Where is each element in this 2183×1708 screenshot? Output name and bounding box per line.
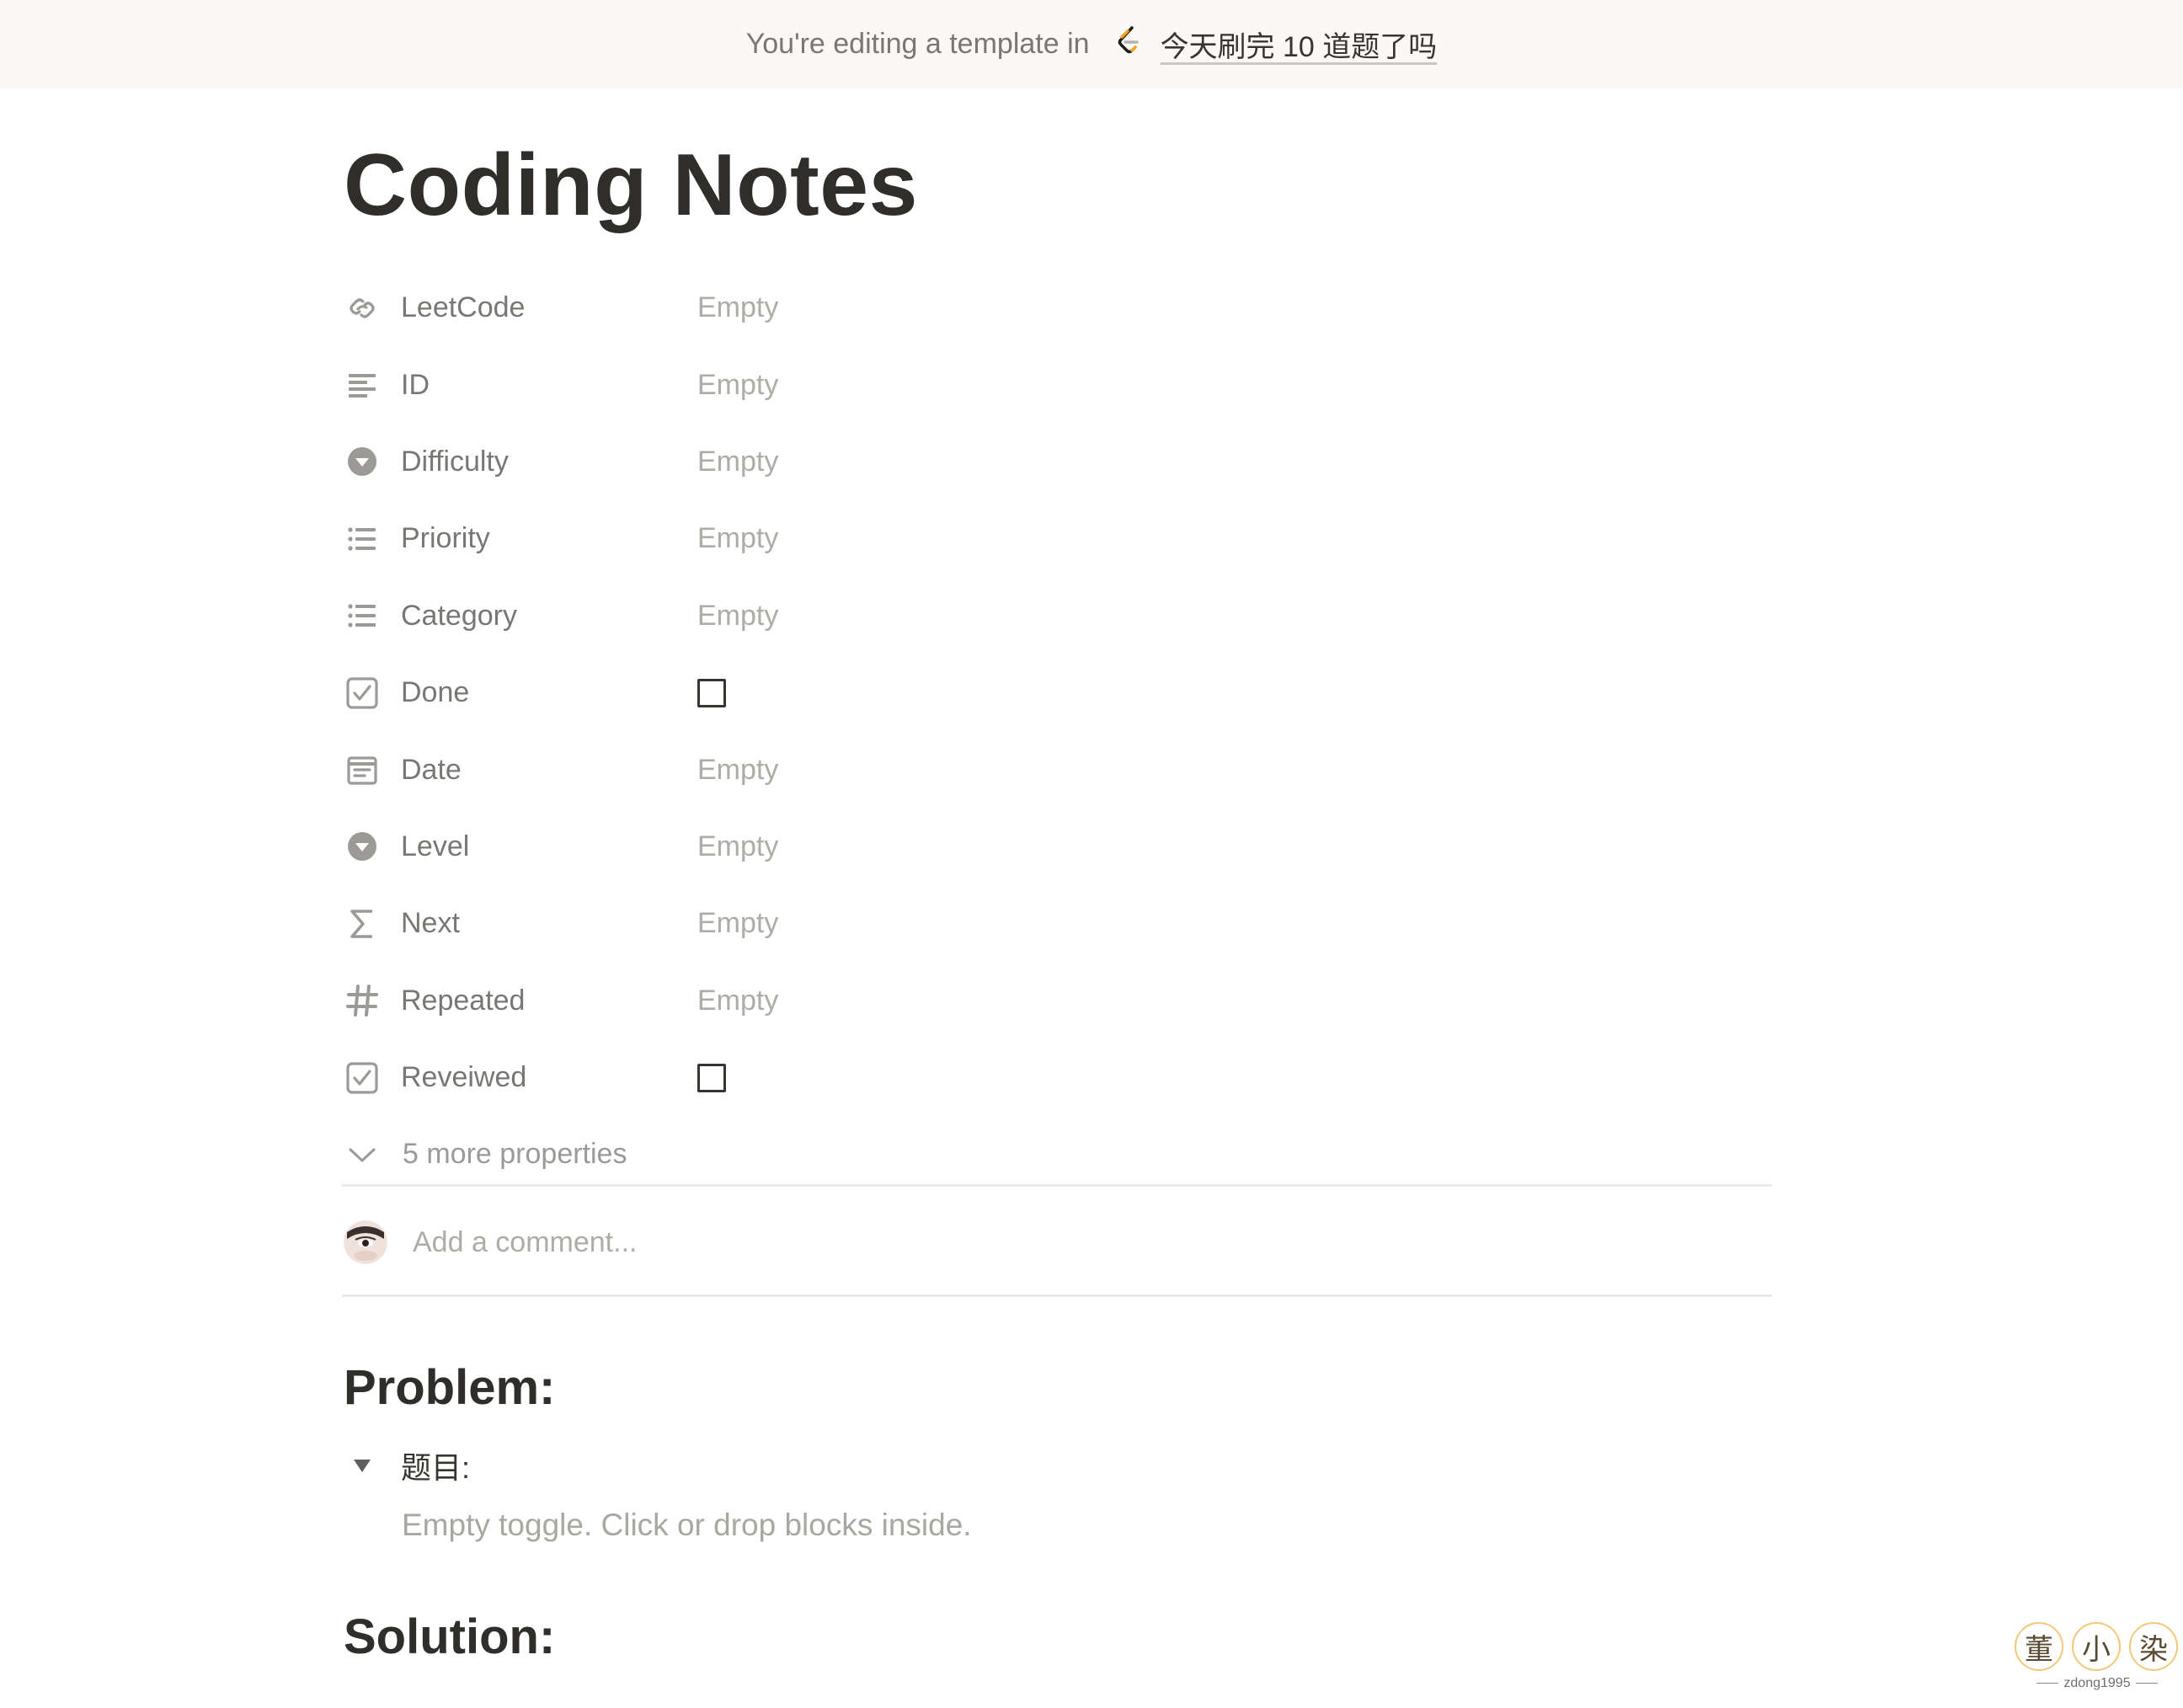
property-key-leetcode[interactable]: LeetCode (344, 281, 689, 335)
property-label: Next (401, 907, 460, 940)
property-row-date: Date Empty (344, 731, 1775, 808)
toggle-triangle-icon[interactable] (344, 1447, 381, 1484)
property-row-reveiwed: Reveiwed (344, 1039, 1775, 1116)
property-row-difficulty: Difficulty Empty (344, 424, 1775, 500)
property-value-difficulty[interactable]: Empty (689, 435, 778, 488)
comment-row: Add a comment... (344, 1213, 1676, 1272)
select-icon (344, 828, 381, 865)
checkbox-icon (344, 1059, 381, 1097)
property-value-id[interactable]: Empty (689, 358, 778, 412)
property-label: Category (401, 599, 517, 632)
properties-list: LeetCode Empty ID Empty Difficulty Empty… (344, 270, 1775, 1193)
comment-input[interactable]: Add a comment... (413, 1226, 1676, 1259)
property-value-done (689, 666, 726, 720)
property-row-level: Level Empty (344, 809, 1775, 885)
more-properties-label: 5 more properties (403, 1138, 627, 1171)
problem-heading[interactable]: Problem: (344, 1359, 555, 1416)
property-key-category[interactable]: Category (344, 589, 689, 643)
property-value-level[interactable]: Empty (689, 819, 778, 873)
template-editing-banner: You're editing a template in 今天刷完 10 道题了… (0, 0, 2183, 88)
property-label: Repeated (401, 984, 526, 1017)
property-key-done[interactable]: Done (344, 666, 689, 720)
property-key-level[interactable]: Level (344, 819, 689, 873)
toggle-empty-placeholder[interactable]: Empty toggle. Click or drop blocks insid… (402, 1508, 972, 1543)
watermark-char: 小 (2072, 1622, 2121, 1671)
divider (342, 1184, 1772, 1187)
property-key-priority[interactable]: Priority (344, 512, 689, 566)
solution-heading[interactable]: Solution: (344, 1609, 555, 1665)
property-row-id: ID Empty (344, 346, 1775, 423)
avatar (344, 1220, 387, 1264)
leetcode-logo-icon (1112, 24, 1145, 58)
property-key-repeated[interactable]: Repeated (344, 974, 689, 1027)
watermark-caption: zdong1995 (2030, 1676, 2164, 1691)
select-icon (344, 443, 381, 480)
property-key-difficulty[interactable]: Difficulty (344, 435, 689, 488)
link-icon (344, 290, 381, 327)
property-row-repeated: Repeated Empty (344, 963, 1775, 1039)
property-key-reveiwed[interactable]: Reveiwed (344, 1051, 689, 1105)
property-label: Level (401, 830, 470, 862)
multi-select-icon (344, 520, 381, 558)
more-properties-toggle[interactable]: 5 more properties (344, 1116, 1775, 1193)
toggle-block: 题目: (344, 1442, 470, 1489)
property-row-category: Category Empty (344, 578, 1775, 654)
chevron-down-icon (344, 1136, 381, 1173)
toggle-label[interactable]: 题目: (401, 1444, 470, 1487)
property-row-done: Done (344, 654, 1775, 731)
sigma-icon (344, 905, 381, 942)
property-key-date[interactable]: Date (344, 743, 689, 797)
database-link[interactable]: 今天刷完 10 道题了吗 (1161, 24, 1438, 65)
property-row-priority: Priority Empty (344, 500, 1775, 577)
done-checkbox[interactable] (697, 678, 726, 707)
property-value-category[interactable]: Empty (689, 589, 778, 643)
calendar-icon (344, 751, 381, 788)
property-value-leetcode[interactable]: Empty (689, 281, 778, 335)
checkbox-icon (344, 675, 381, 712)
page-title[interactable]: Coding Notes (344, 126, 918, 244)
property-label: Difficulty (401, 445, 509, 478)
property-value-repeated[interactable]: Empty (689, 974, 778, 1027)
text-lines-icon (344, 366, 381, 403)
hash-icon (344, 982, 381, 1019)
property-value-priority[interactable]: Empty (689, 512, 778, 566)
property-value-date[interactable]: Empty (689, 743, 778, 797)
property-key-next[interactable]: Next (344, 897, 689, 951)
watermark-char: 染 (2129, 1622, 2178, 1671)
banner-text: You're editing a template in (745, 28, 1090, 60)
property-row-leetcode: LeetCode Empty (344, 270, 1775, 346)
watermark-char: 董 (2015, 1622, 2063, 1671)
property-label: Date (401, 753, 462, 786)
property-label: ID (401, 368, 430, 401)
property-key-id[interactable]: ID (344, 358, 689, 412)
property-label: Priority (401, 522, 490, 555)
reveiwed-checkbox[interactable] (697, 1063, 726, 1092)
property-value-reveiwed (689, 1051, 726, 1105)
divider (342, 1294, 1772, 1297)
property-label: Done (401, 676, 470, 709)
property-label: LeetCode (401, 291, 526, 324)
property-label: Reveiwed (401, 1061, 527, 1094)
watermark: 董 小 染 zdong1995 (2011, 1622, 2183, 1708)
property-row-next: Next Empty (344, 885, 1775, 962)
property-value-next[interactable]: Empty (689, 897, 778, 951)
multi-select-icon (344, 597, 381, 634)
